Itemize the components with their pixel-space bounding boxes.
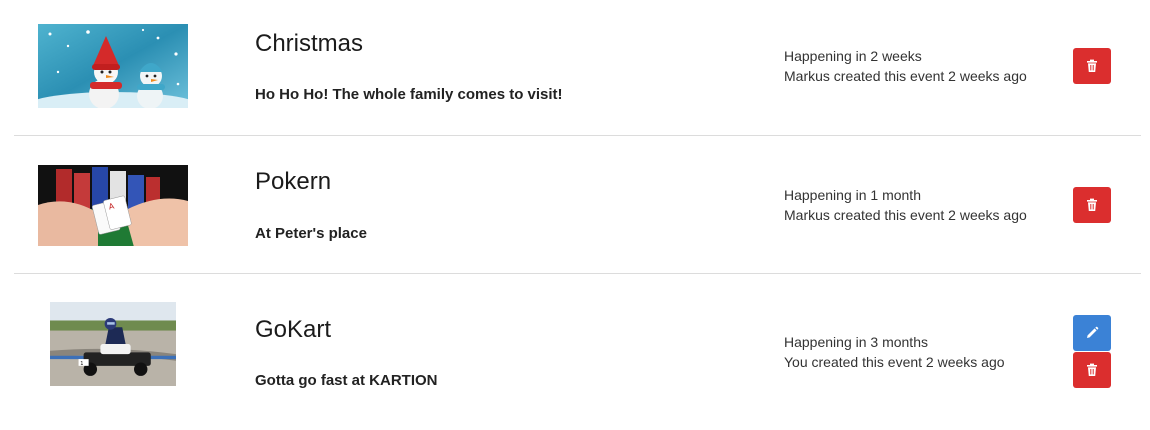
event-row: Christmas Ho Ho Ho! The whole family com… — [0, 0, 1150, 135]
event-description: At Peter's place — [255, 225, 367, 242]
event-creator: Markus created this event 2 weeks ago — [784, 207, 1027, 223]
event-creator: You created this event 2 weeks ago — [784, 354, 1005, 370]
trash-icon — [1087, 363, 1097, 376]
event-schedule: Happening in 3 months — [784, 334, 928, 350]
delete-button[interactable] — [1073, 187, 1111, 223]
event-title: Christmas — [255, 30, 364, 57]
event-image-christmas — [38, 24, 188, 108]
delete-button[interactable] — [1073, 48, 1111, 84]
svg-text:1: 1 — [80, 361, 83, 367]
event-description: Ho Ho Ho! The whole family comes to visi… — [255, 86, 563, 103]
event-row: A Pokern At Peter's place Happening in 1… — [0, 136, 1150, 273]
event-schedule: Happening in 2 weeks — [784, 48, 922, 64]
event-row: 1 GoKart Gotta go fast at KARTION Happen… — [0, 274, 1150, 430]
trash-icon — [1087, 59, 1097, 72]
trash-icon — [1087, 198, 1097, 211]
event-description: Gotta go fast at KARTION — [255, 372, 438, 389]
event-title: GoKart — [255, 316, 332, 343]
delete-button[interactable] — [1073, 352, 1111, 388]
event-creator: Markus created this event 2 weeks ago — [784, 68, 1027, 84]
event-image-gokart: 1 — [38, 302, 188, 402]
event-schedule: Happening in 1 month — [784, 187, 921, 203]
pencil-icon — [1087, 326, 1099, 338]
edit-button[interactable] — [1073, 315, 1111, 351]
event-list: Christmas Ho Ho Ho! The whole family com… — [0, 0, 1150, 430]
event-title: Pokern — [255, 168, 332, 195]
event-image-pokern: A — [38, 164, 188, 246]
